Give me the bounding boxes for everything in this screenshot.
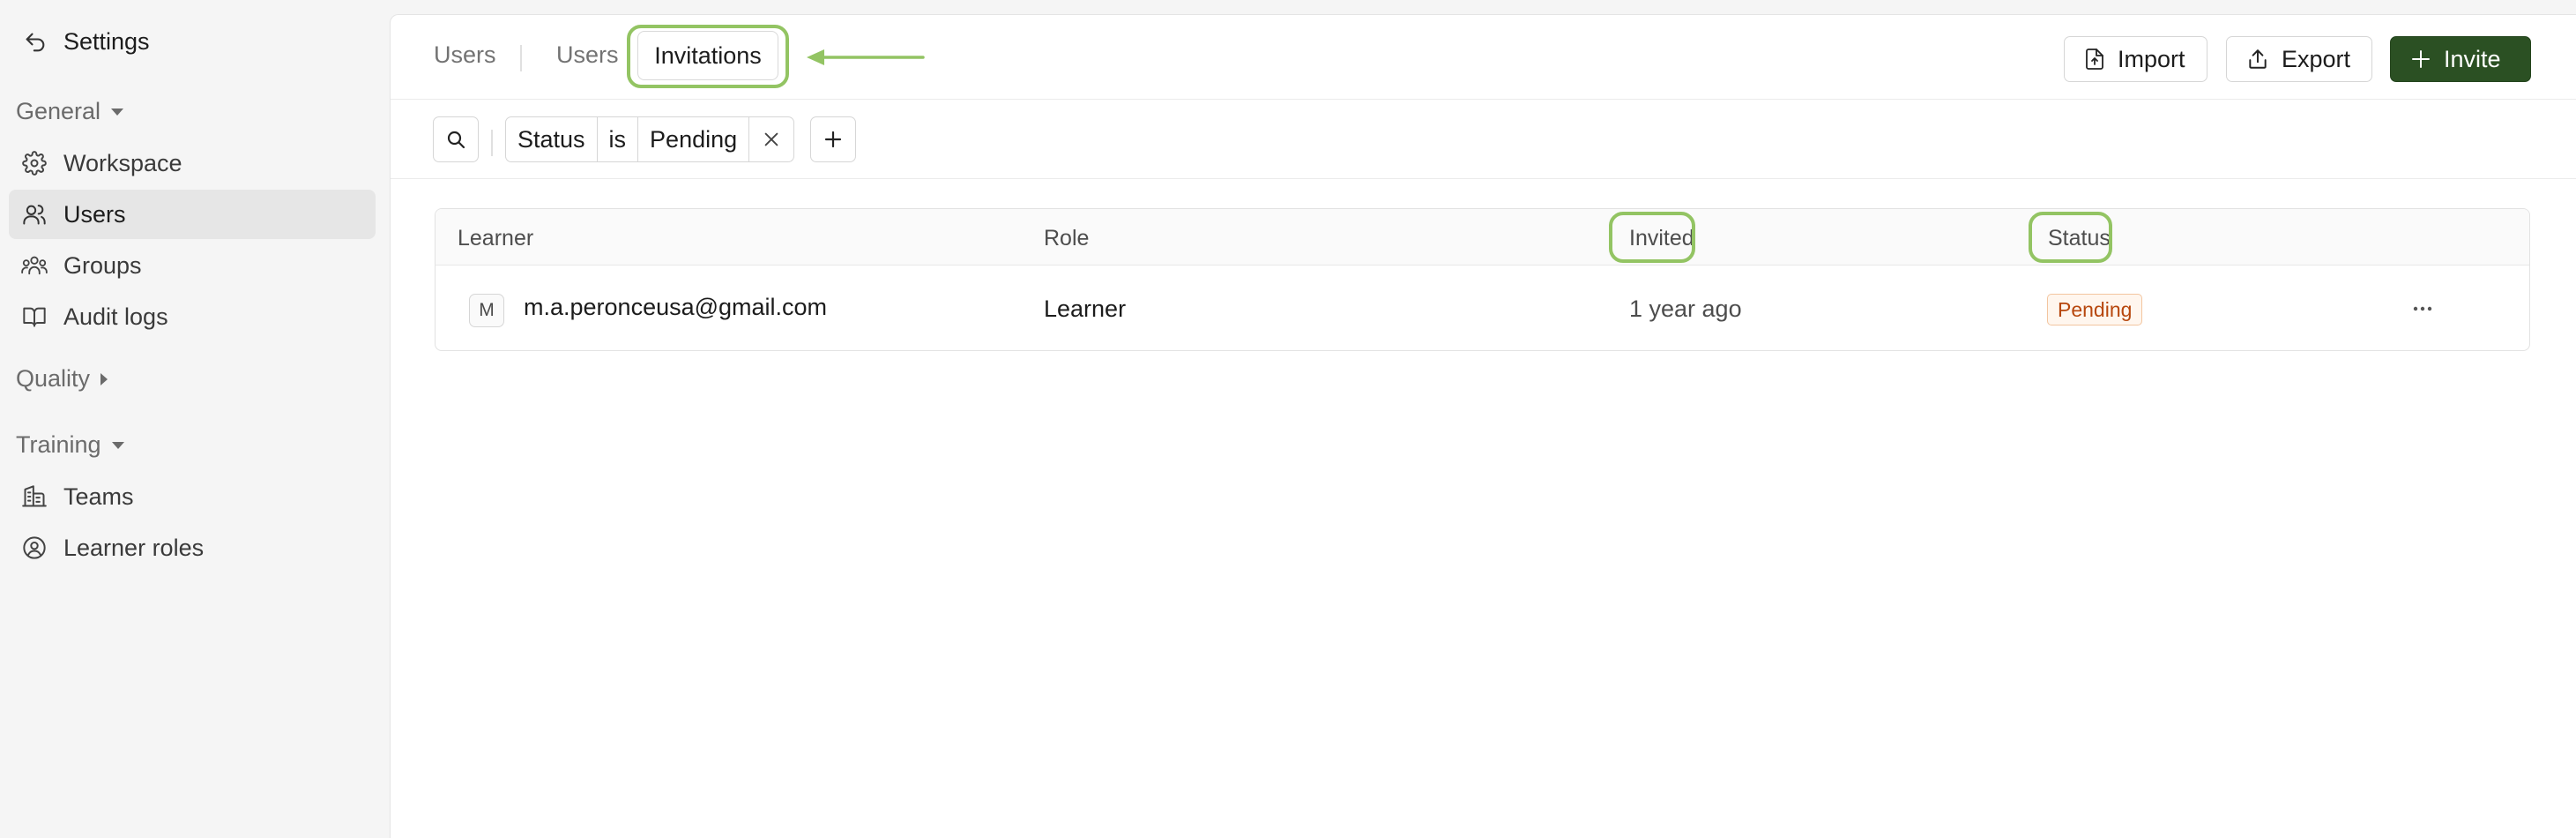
status-badge: Pending (2047, 294, 2143, 325)
avatar: M (469, 294, 504, 327)
tab-users[interactable]: Users (434, 41, 496, 69)
file-import-icon (2084, 48, 2105, 71)
export-label: Export (2282, 45, 2351, 72)
sidebar-item-teams[interactable]: Teams (9, 472, 376, 521)
building-icon (21, 483, 48, 510)
sidebar-item-users[interactable]: Users (9, 190, 376, 239)
sidebar-item-audit-logs[interactable]: Audit logs (9, 292, 376, 341)
caret-down-icon (110, 440, 126, 451)
sidebar-title: Settings (63, 28, 150, 55)
highlight-invitations-tab (627, 25, 789, 88)
learner-role: Learner (1044, 296, 1127, 322)
gear-icon (21, 150, 48, 176)
main-panel: Users Users Invitations Import Export In… (390, 14, 2576, 838)
sidebar-item-label: Groups (63, 251, 142, 279)
sidebar-item-label: Workspace (63, 149, 182, 176)
column-header-learner[interactable]: Learner (458, 226, 533, 251)
user-circle-icon (21, 535, 48, 561)
remove-filter-button[interactable] (749, 117, 793, 161)
invite-label: Invite (2444, 45, 2501, 72)
search-button[interactable] (433, 116, 479, 162)
caret-right-icon (99, 371, 109, 387)
section-quality-label: Quality (16, 365, 91, 392)
highlight-invited-column (1609, 212, 1695, 263)
plus-icon (2410, 49, 2431, 70)
table-row[interactable]: M m.a.peronceusa@gmail.com Learner 1 yea… (436, 266, 2529, 350)
invite-button[interactable]: Invite (2390, 36, 2531, 82)
export-button[interactable]: Export (2226, 36, 2373, 82)
sidebar-item-label: Users (63, 200, 126, 228)
sidebar-item-learner-roles[interactable]: Learner roles (9, 523, 376, 572)
highlight-status-column (2029, 212, 2112, 263)
filter-bar: Status is Pending (391, 100, 2576, 179)
users-icon (21, 201, 48, 228)
status-filter-chip[interactable]: Status is Pending (505, 116, 795, 162)
share-export-icon (2246, 48, 2269, 71)
sidebar-item-label: Teams (63, 483, 134, 510)
tab-divider (520, 45, 522, 71)
learner-email: m.a.peronceusa@gmail.com (524, 294, 828, 320)
column-header-role[interactable]: Role (1044, 226, 1089, 251)
filter-value[interactable]: Pending (638, 117, 750, 161)
filter-divider (491, 130, 493, 156)
undo-arrow-icon (23, 30, 48, 55)
invitations-table: Learner Role Invited Status M m.a.peronc… (435, 208, 2530, 351)
caret-down-icon (109, 107, 125, 117)
annotation-arrow-icon (807, 49, 925, 65)
ellipsis-icon (2413, 306, 2432, 311)
section-general-toggle[interactable]: General (16, 98, 125, 125)
invited-time: 1 year ago (1629, 296, 1742, 322)
tab-users-secondary[interactable]: Users (556, 41, 619, 69)
add-filter-button[interactable] (810, 116, 856, 162)
row-actions-button[interactable] (2407, 296, 2438, 322)
sidebar-item-label: Audit logs (63, 303, 168, 330)
sidebar-item-groups[interactable]: Groups (9, 241, 376, 290)
search-icon (445, 129, 466, 150)
import-button[interactable]: Import (2064, 36, 2207, 82)
plus-icon (823, 129, 844, 150)
filter-operator[interactable]: is (598, 117, 639, 161)
sidebar-item-workspace[interactable]: Workspace (9, 138, 376, 188)
section-quality-toggle[interactable]: Quality (16, 365, 109, 393)
page-header: Users Users Invitations Import Export In… (391, 15, 2576, 100)
import-label: Import (2118, 45, 2185, 72)
section-training-label: Training (16, 431, 101, 458)
groups-icon (21, 252, 48, 279)
settings-back-button[interactable]: Settings (23, 28, 150, 56)
sidebar-item-label: Learner roles (63, 534, 205, 561)
filter-field[interactable]: Status (506, 117, 598, 161)
book-icon (21, 303, 48, 330)
section-general-label: General (16, 98, 101, 124)
close-icon (762, 130, 781, 149)
settings-sidebar: Settings General Workspace Users Groups … (0, 0, 390, 838)
table-header: Learner Role Invited Status (436, 209, 2529, 266)
section-training-toggle[interactable]: Training (16, 431, 126, 459)
